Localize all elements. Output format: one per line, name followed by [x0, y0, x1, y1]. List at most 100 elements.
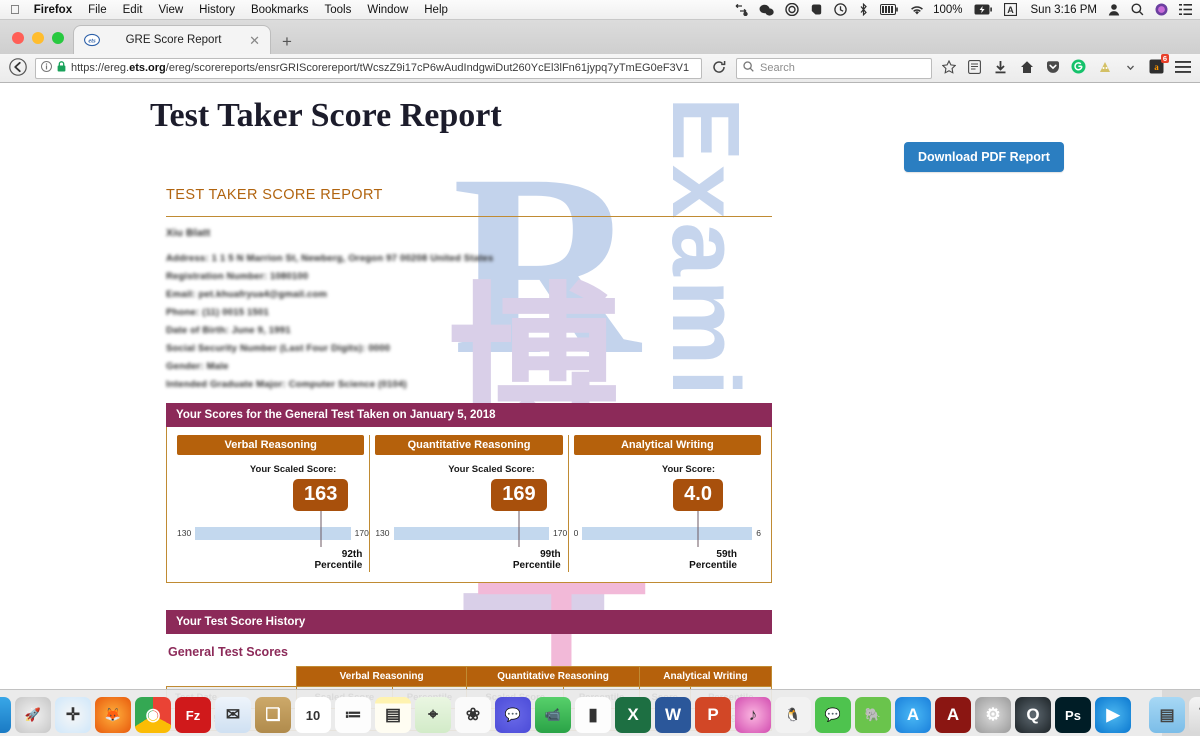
menu-item-bookmarks[interactable]: Bookmarks: [251, 4, 309, 16]
lock-icon[interactable]: [57, 59, 66, 77]
reminders-icon[interactable]: ≔: [335, 697, 371, 733]
user-icon[interactable]: [1108, 3, 1120, 17]
url-bar[interactable]: https://ereg.ets.org/ereg/scorereports/e…: [35, 57, 702, 79]
svg-text:a: a: [1154, 62, 1159, 72]
finder-icon[interactable]: ☺: [0, 697, 11, 733]
trash-icon[interactable]: 🗑: [1189, 697, 1200, 733]
time-machine-icon[interactable]: [834, 3, 847, 17]
chrome-icon[interactable]: ◉: [135, 697, 171, 733]
powerpoint-icon[interactable]: P: [695, 697, 731, 733]
downloads-icon[interactable]: [991, 60, 1010, 77]
battery-charging-icon[interactable]: [974, 3, 993, 17]
close-icon[interactable]: ✕: [247, 34, 262, 47]
media-player-icon-glyph: ▶: [1106, 705, 1120, 724]
menu-item-view[interactable]: View: [158, 4, 183, 16]
menu-item-history[interactable]: History: [199, 4, 235, 16]
wechat-icon-glyph: 💬: [824, 707, 842, 722]
contacts-icon[interactable]: ❏: [255, 697, 291, 733]
evernote-menubar-icon[interactable]: [810, 3, 823, 17]
system-preferences-icon-glyph: ⚙: [985, 705, 1001, 724]
reader-mode-icon[interactable]: [965, 59, 984, 77]
messages-icon[interactable]: 💬: [495, 697, 531, 733]
hamburger-menu-icon[interactable]: [1173, 60, 1192, 77]
page-info-icon[interactable]: [41, 59, 52, 77]
menu-item-help[interactable]: Help: [424, 4, 448, 16]
input-source-icon[interactable]: A: [1003, 3, 1017, 17]
new-tab-button[interactable]: +: [270, 33, 302, 54]
maps-icon[interactable]: ⌖: [415, 697, 451, 733]
menu-item-file[interactable]: File: [88, 4, 107, 16]
media-player-icon[interactable]: ▶: [1095, 697, 1131, 733]
sync-icon[interactable]: [734, 3, 748, 17]
creative-cloud-icon[interactable]: [785, 3, 799, 17]
menu-item-window[interactable]: Window: [367, 4, 408, 16]
download-pdf-report-button[interactable]: Download PDF Report: [904, 142, 1064, 172]
downloads-folder-icon-glyph: ▤: [1159, 707, 1175, 724]
amazon-assistant-icon[interactable]: a 6: [1147, 54, 1169, 77]
menu-item-firefox[interactable]: Firefox: [34, 4, 72, 16]
word-icon[interactable]: W: [655, 697, 691, 733]
zoom-window-button[interactable]: [52, 32, 64, 44]
back-arrow-icon[interactable]: [8, 57, 28, 79]
wechat-icon[interactable]: 💬: [815, 697, 851, 733]
url-scheme: https://ereg.: [71, 62, 130, 74]
score-panel: Verbal Reasoning Your Scaled Score: 163 …: [166, 427, 772, 583]
wifi-icon[interactable]: [909, 3, 925, 17]
notes-icon[interactable]: ▤: [375, 697, 411, 733]
menu-item-tools[interactable]: Tools: [324, 4, 351, 16]
photos-icon[interactable]: ❀: [455, 697, 491, 733]
filezilla-icon[interactable]: Fz: [175, 697, 211, 733]
app-store-icon[interactable]: A: [895, 697, 931, 733]
menubar-clock[interactable]: Sun 3:16 PM: [1031, 4, 1097, 16]
score-label-verbal: Your Scaled Score:: [249, 464, 337, 475]
spotlight-search-icon[interactable]: [1131, 3, 1144, 17]
firefox-icon[interactable]: 🦊: [95, 697, 131, 733]
facetime-icon[interactable]: 📹: [535, 697, 571, 733]
mail-icon[interactable]: ✉: [215, 697, 251, 733]
test-taker-gender: Gender: Male: [166, 361, 229, 372]
downloads-folder-icon[interactable]: ▤: [1149, 697, 1185, 733]
excel-icon-glyph: X: [627, 705, 639, 724]
close-window-button[interactable]: [12, 32, 24, 44]
score-column-verbal: Verbal Reasoning Your Scaled Score: 163 …: [172, 435, 369, 572]
numbers-icon[interactable]: ▮: [575, 697, 611, 733]
wechat-menubar-icon[interactable]: [759, 3, 774, 17]
apple-logo-icon[interactable]: : [10, 3, 20, 16]
excel-icon[interactable]: X: [615, 697, 651, 733]
photoshop-icon[interactable]: Ps: [1055, 697, 1091, 733]
test-taker-dob: Date of Birth: June 9, 1991: [166, 325, 291, 336]
browser-tab[interactable]: ets GRE Score Report ✕: [74, 26, 270, 54]
numbers-icon-glyph: ▮: [588, 705, 598, 724]
siri-icon[interactable]: [1155, 3, 1168, 17]
pocket-icon[interactable]: [1043, 60, 1062, 77]
notification-center-icon[interactable]: [1179, 3, 1192, 17]
home-icon[interactable]: [1017, 60, 1036, 77]
system-preferences-icon[interactable]: ⚙: [975, 697, 1011, 733]
evernote-icon[interactable]: 🐘: [855, 697, 891, 733]
score-scale-verbal: 130 170: [177, 526, 369, 540]
search-placeholder: Search: [760, 62, 795, 74]
grammarly-icon[interactable]: [1069, 59, 1088, 77]
menu-item-edit[interactable]: Edit: [123, 4, 143, 16]
itunes-icon[interactable]: ♪: [735, 697, 771, 733]
scale-bar-analytical: [582, 526, 753, 540]
test-taker-phone: Phone: (11) 0015 1501: [166, 307, 269, 318]
facetime-icon-glyph: 📹: [544, 707, 562, 722]
quicktime-icon[interactable]: Q: [1015, 697, 1051, 733]
minimize-window-button[interactable]: [32, 32, 44, 44]
qq-icon[interactable]: 🐧: [775, 697, 811, 733]
acrobat-reader-icon[interactable]: A: [935, 697, 971, 733]
address-row: Address: 1 1 5 N Marrion St, Newberg, Or…: [166, 253, 772, 282]
dropdown-caret-icon[interactable]: [1121, 61, 1140, 75]
reload-icon[interactable]: [709, 60, 729, 77]
safari-icon[interactable]: ✛: [55, 697, 91, 733]
calendar-icon[interactable]: 10: [295, 697, 331, 733]
search-input[interactable]: Search: [736, 57, 932, 79]
bluetooth-icon[interactable]: [858, 3, 869, 17]
launchpad-icon[interactable]: 🚀: [15, 697, 51, 733]
bookmark-star-icon[interactable]: [939, 59, 958, 77]
battery-bar-icon[interactable]: [880, 3, 898, 17]
percentile-quantitative: 99th Percentile: [375, 549, 562, 572]
page-viewport: R Examinin 博士 十 Test Taker Score Report …: [0, 83, 1200, 736]
addon-icon[interactable]: [1095, 60, 1114, 77]
